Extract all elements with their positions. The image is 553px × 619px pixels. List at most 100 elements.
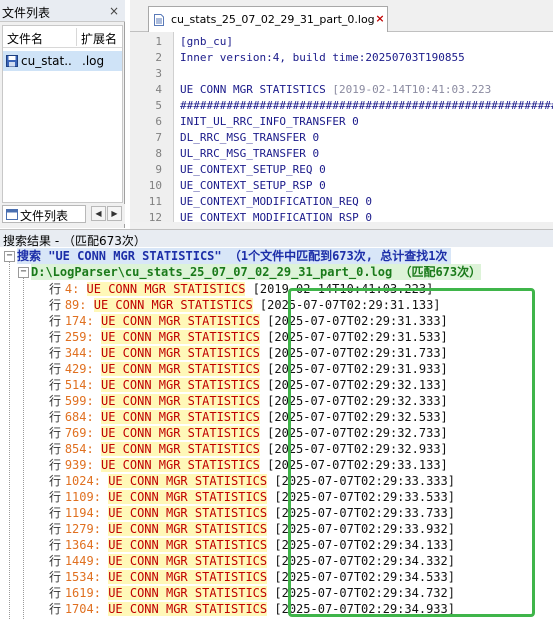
code-editor[interactable]: 1 2 3 4 5 6 7 8 9 10 11 12 [gnb_cu] Inner version:4,…	[130, 32, 553, 222]
result-line-number: 769	[64, 426, 87, 440]
line-prefix: 行	[49, 346, 65, 360]
line-prefix: 行	[49, 362, 65, 376]
result-row[interactable]: 行 344: UE CONN MGR STATISTICS [2025-07-0…	[49, 345, 448, 361]
file-table: 文件名 扩展名 cu_stat... .log	[2, 25, 123, 203]
code-line[interactable]: ########################################…	[180, 98, 553, 114]
result-row[interactable]: 行 1449: UE CONN MGR STATISTICS [2025-07-…	[49, 553, 455, 569]
result-row[interactable]: 行 89: UE CONN MGR STATISTICS [2025-07-07…	[49, 297, 441, 313]
collapse-icon[interactable]: −	[18, 267, 29, 278]
result-row[interactable]: 行 1024: UE CONN MGR STATISTICS [2025-07-…	[49, 473, 455, 489]
result-timestamp: [2025-07-07T02:29:33.932]	[267, 522, 455, 536]
result-timestamp: [2025-07-07T02:29:31.933]	[259, 362, 448, 376]
result-row[interactable]: 行 599: UE CONN MGR STATISTICS [2025-07-0…	[49, 393, 448, 409]
line-number: 4	[155, 83, 162, 96]
result-row[interactable]: 行 1619: UE CONN MGR STATISTICS [2025-07-…	[49, 585, 455, 601]
tab-file-list-label: 文件列表	[20, 209, 69, 223]
result-line-number: 939	[64, 458, 87, 472]
result-row[interactable]: 行 1364: UE CONN MGR STATISTICS [2025-07-…	[49, 537, 455, 553]
code-line[interactable]: INIT_UL_RRC_INFO_TRANSFER 0	[180, 114, 359, 130]
code-text: INIT_UL_RRC_INFO_TRANSFER 0	[180, 115, 359, 128]
result-row[interactable]: 行 684: UE CONN MGR STATISTICS [2025-07-0…	[49, 409, 448, 425]
line-separator: :	[79, 298, 94, 312]
scroll-right-icon[interactable]: ▶	[107, 206, 122, 221]
line-prefix: 行	[49, 394, 65, 408]
code-text: DL_RRC_MSG_TRANSFER 0	[180, 131, 320, 144]
code-line[interactable]: DL_RRC_MSG_TRANSFER 0	[180, 130, 319, 146]
match-keyword: UE CONN MGR STATISTICS	[108, 538, 268, 552]
result-row[interactable]: 行 854: UE CONN MGR STATISTICS [2025-07-0…	[49, 441, 448, 457]
line-separator: :	[86, 426, 101, 440]
result-row[interactable]: 行 174: UE CONN MGR STATISTICS [2025-07-0…	[49, 313, 448, 329]
line-prefix: 行	[49, 442, 65, 456]
file-extension: .log	[82, 54, 105, 68]
line-prefix: 行	[49, 538, 65, 552]
result-timestamp: [2025-07-07T02:29:33.333]	[267, 474, 455, 488]
collapse-icon[interactable]: −	[4, 251, 15, 262]
close-tab-icon[interactable]: ×	[374, 13, 386, 25]
line-number: 9	[155, 163, 162, 176]
result-row[interactable]: 行 1534: UE CONN MGR STATISTICS [2025-07-…	[49, 569, 455, 585]
match-keyword: UE CONN MGR STATISTICS	[108, 554, 268, 568]
line-separator: :	[86, 378, 101, 392]
line-number: 6	[155, 115, 162, 128]
code-line[interactable]: UL_RRC_MSG_TRANSFER 0	[180, 146, 319, 162]
tab-file-list[interactable]: 文件列表	[2, 205, 86, 223]
line-separator: :	[93, 522, 109, 536]
column-header-filename[interactable]: 文件名	[7, 30, 43, 47]
file-name: cu_stat...	[21, 54, 73, 68]
match-keyword: UE CONN MGR STATISTICS	[108, 490, 268, 504]
scroll-left-icon[interactable]: ◀	[91, 206, 106, 221]
match-keyword: UE CONN MGR STATISTICS	[86, 282, 246, 296]
result-row[interactable]: 行 429: UE CONN MGR STATISTICS [2025-07-0…	[49, 361, 448, 377]
column-header-extension[interactable]: 扩展名	[81, 30, 117, 47]
line-prefix: 行	[49, 314, 65, 328]
code-text: UL_RRC_MSG_TRANSFER 0	[180, 147, 320, 160]
result-timestamp: [2025-07-07T02:29:33.133]	[259, 458, 448, 472]
result-row[interactable]: 行 259: UE CONN MGR STATISTICS [2025-07-0…	[49, 329, 448, 345]
result-line-number: 1279	[64, 522, 94, 536]
editor-tab[interactable]: cu_stats_25_07_02_29_31_part_0.log ×	[148, 6, 388, 32]
file-row[interactable]: cu_stat... .log	[3, 51, 122, 71]
line-number-gutter: 1 2 3 4 5 6 7 8 9 10 11 12	[130, 32, 174, 222]
match-keyword: UE CONN MGR STATISTICS	[100, 458, 260, 472]
file-list-title: 文件列表	[2, 6, 51, 20]
result-row[interactable]: 行 1109: UE CONN MGR STATISTICS [2025-07-…	[49, 489, 455, 505]
result-row[interactable]: 行 1194: UE CONN MGR STATISTICS [2025-07-…	[49, 505, 455, 521]
line-separator: :	[86, 346, 101, 360]
result-row[interactable]: 行 514: UE CONN MGR STATISTICS [2025-07-0…	[49, 377, 448, 393]
line-separator: :	[86, 458, 101, 472]
result-row[interactable]: 行 1279: UE CONN MGR STATISTICS [2025-07-…	[49, 521, 455, 537]
result-line-number: 1364	[64, 538, 94, 552]
line-number: 8	[155, 147, 162, 160]
code-line[interactable]: UE_CONTEXT_MODIFICATION_RSP 0	[180, 210, 372, 222]
result-row[interactable]: 行 4: UE CONN MGR STATISTICS [2019-02-14T…	[49, 281, 433, 297]
code-timestamp: [2019-02-14T10:41:03.223	[332, 83, 492, 96]
result-line-number: 344	[64, 346, 87, 360]
result-row[interactable]: 行 939: UE CONN MGR STATISTICS [2025-07-0…	[49, 457, 448, 473]
result-row[interactable]: 行 1704: UE CONN MGR STATISTICS [2025-07-…	[49, 601, 455, 617]
result-line-number: 1619	[64, 586, 94, 600]
result-row[interactable]: 行 769: UE CONN MGR STATISTICS [2025-07-0…	[49, 425, 448, 441]
result-line-number: 259	[64, 330, 87, 344]
code-line[interactable]: [gnb_cu]	[180, 34, 233, 50]
code-line[interactable]: UE_CONTEXT_SETUP_RSP 0	[180, 178, 326, 194]
line-separator: :	[93, 490, 109, 504]
code-line[interactable]: UE_CONTEXT_SETUP_REQ 0	[180, 162, 326, 178]
column-divider[interactable]	[76, 28, 77, 46]
line-prefix: 行	[49, 554, 65, 568]
editor-horizontal-scrollbar[interactable]	[130, 222, 553, 229]
code-line[interactable]: UE CONN MGR STATISTICS [2019-02-14T10:41…	[180, 82, 491, 98]
file-list-tab-strip: 文件列表 ◀ ▶	[0, 204, 125, 224]
line-prefix: 行	[49, 570, 65, 584]
file-summary[interactable]: D:\LogParser\cu_stats_25_07_07_02_29_31_…	[31, 264, 482, 280]
result-timestamp: [2019-02-14T10:41:03.223]	[245, 282, 434, 296]
search-results-panel[interactable]: − 搜索 "UE CONN MGR STATISTICS" （1个文件中匹配到6…	[0, 247, 553, 619]
result-line-number: 429	[64, 362, 87, 376]
search-summary[interactable]: 搜索 "UE CONN MGR STATISTICS" （1个文件中匹配到673…	[17, 248, 452, 264]
line-prefix: 行	[49, 522, 65, 536]
code-line[interactable]: UE_CONTEXT_MODIFICATION_REQ 0	[180, 194, 372, 210]
match-keyword: UE CONN MGR STATISTICS	[100, 330, 260, 344]
code-content[interactable]: [gnb_cu] Inner version:4, build time:2025…	[180, 32, 553, 222]
close-icon[interactable]: ×	[108, 5, 120, 17]
code-line[interactable]: Inner version:4, build time:20250703T190…	[180, 50, 465, 66]
